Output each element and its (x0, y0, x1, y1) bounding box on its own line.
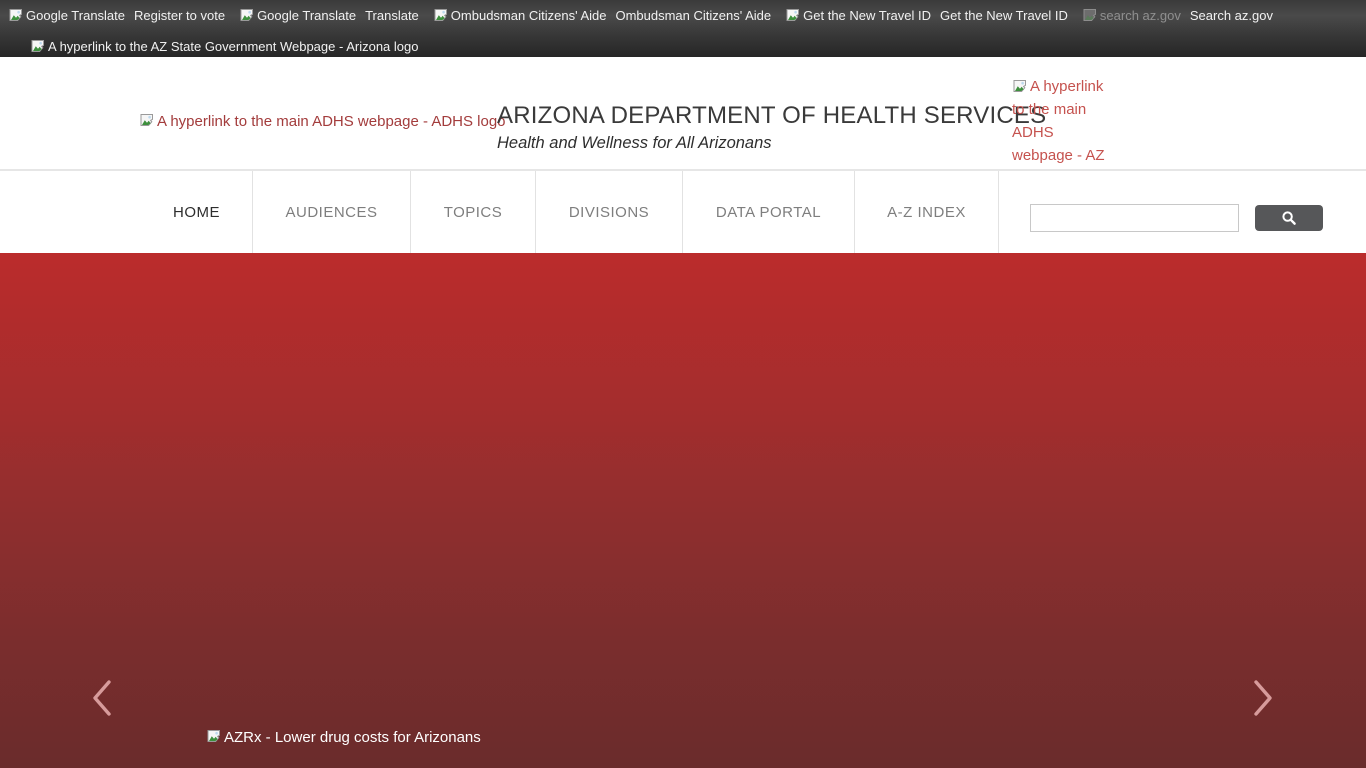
hero-carousel: AZRx - Lower drug costs for Arizonans (0, 253, 1366, 768)
adhs-logo-link[interactable]: A hyperlink to the main ADHS webpage - A… (139, 111, 506, 131)
broken-image-icon (785, 7, 801, 26)
utility-bar: Google Translate Register to vote Google… (0, 0, 1366, 57)
search-button[interactable] (1255, 205, 1323, 231)
nav-item-data-portal[interactable]: DATA PORTAL (683, 171, 855, 253)
nav-item-home[interactable]: HOME (141, 171, 253, 253)
link-label: Ombudsman Citizens' Aide (615, 8, 771, 23)
hero-slide-link[interactable]: AZRx - Lower drug costs for Arizonans (206, 727, 481, 747)
carousel-next-button[interactable] (1245, 676, 1281, 720)
chevron-left-icon (90, 678, 114, 718)
search-input[interactable] (1030, 204, 1239, 232)
nav-item-az-index[interactable]: A-Z INDEX (855, 171, 999, 253)
img-alt-text: AZRx - Lower drug costs for Arizonans (224, 729, 481, 746)
broken-image-icon (30, 38, 46, 57)
broken-image-icon (1012, 78, 1028, 101)
chevron-right-icon (1251, 678, 1275, 718)
site-tagline: Health and Wellness for All Arizonans (497, 134, 1046, 153)
az-state-government-link[interactable]: A hyperlink to the AZ State Government W… (30, 37, 418, 56)
img-alt-text: Get the New Travel ID (803, 8, 931, 23)
img-alt-text: A hyperlink to the main ADHS webpage - A… (157, 113, 506, 130)
title-block: ARIZONA DEPARTMENT OF HEALTH SERVICES He… (497, 102, 1046, 153)
link-label: Get the New Travel ID (940, 8, 1068, 23)
link-label: Translate (365, 8, 419, 23)
utility-bar-links: Google Translate Register to vote Google… (8, 6, 1358, 25)
nav-item-divisions[interactable]: DIVISIONS (536, 171, 683, 253)
register-to-vote-link[interactable]: Google Translate Register to vote (8, 6, 225, 25)
broken-image-icon (139, 112, 155, 132)
img-alt-text: Google Translate (257, 8, 356, 23)
img-alt-text: Ombudsman Citizens' Aide (451, 8, 607, 23)
img-alt-text: search az.gov (1100, 8, 1181, 23)
page-title: ARIZONA DEPARTMENT OF HEALTH SERVICES (497, 102, 1046, 130)
carousel-prev-button[interactable] (84, 676, 120, 720)
img-alt-text: A hyperlink to the AZ State Government W… (48, 39, 418, 54)
broken-image-icon (206, 728, 222, 748)
broken-image-icon (239, 7, 255, 26)
broken-image-icon (1082, 7, 1098, 26)
search-icon (1281, 210, 1297, 226)
travel-id-link[interactable]: Get the New Travel ID Get the New Travel… (785, 6, 1068, 25)
broken-image-icon (8, 7, 24, 26)
search-az-gov-link[interactable]: search az.gov Search az.gov (1082, 6, 1273, 25)
link-label: Search az.gov (1190, 8, 1273, 23)
main-navigation: HOME AUDIENCES TOPICS DIVISIONS DATA POR… (0, 169, 1366, 253)
nav-item-audiences[interactable]: AUDIENCES (253, 171, 411, 253)
link-label: Register to vote (134, 8, 225, 23)
broken-image-icon (433, 7, 449, 26)
ombudsman-link[interactable]: Ombudsman Citizens' Aide Ombudsman Citiz… (433, 6, 771, 25)
site-header: A hyperlink to the main ADHS webpage - A… (0, 57, 1366, 169)
translate-link[interactable]: Google Translate Translate (239, 6, 419, 25)
img-alt-text: Google Translate (26, 8, 125, 23)
nav-item-topics[interactable]: TOPICS (411, 171, 536, 253)
